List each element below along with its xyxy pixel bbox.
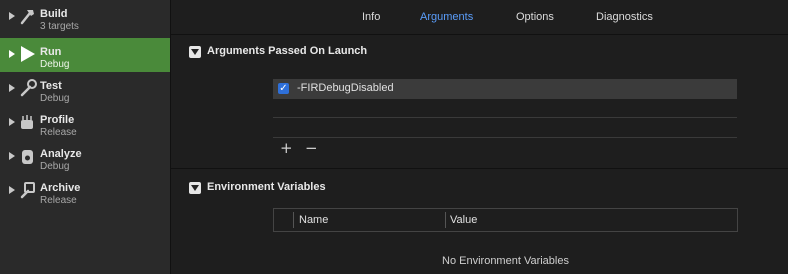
scheme-title: Profile xyxy=(40,114,75,126)
section-title: Environment Variables xyxy=(207,181,326,193)
disclosure-triangle-icon[interactable] xyxy=(9,84,15,92)
hammer-icon xyxy=(20,10,34,25)
scheme-item-analyze[interactable]: Analyze Debug xyxy=(0,140,170,174)
analyze-icon xyxy=(22,150,33,164)
scheme-subtitle: Debug xyxy=(40,161,70,172)
disclosure-triangle-icon[interactable] xyxy=(9,118,15,126)
disclosure-triangle-icon[interactable] xyxy=(9,152,15,160)
gauge-icon xyxy=(21,115,33,129)
scheme-item-build[interactable]: Build 3 targets xyxy=(0,0,170,34)
scheme-title: Run xyxy=(40,46,62,58)
scheme-subtitle: 3 targets xyxy=(40,21,79,32)
tab-bar: Info Arguments Options Diagnostics xyxy=(171,0,788,35)
scheme-subtitle: Debug xyxy=(40,59,70,70)
tab-arguments[interactable]: Arguments xyxy=(420,11,473,23)
section-divider xyxy=(171,168,788,169)
list-divider xyxy=(273,137,737,138)
argument-checkbox[interactable]: ✓ xyxy=(278,83,289,94)
archive-icon xyxy=(20,182,35,199)
wrench-icon xyxy=(20,79,37,97)
column-header-name[interactable]: Name xyxy=(299,214,328,226)
column-separator xyxy=(293,212,294,228)
disclosure-triangle-icon[interactable] xyxy=(9,50,15,58)
remove-argument-button[interactable]: − xyxy=(305,141,318,156)
argument-text[interactable]: -FIRDebugDisabled xyxy=(297,82,394,94)
list-divider xyxy=(273,117,737,118)
disclosure-triangle-icon[interactable] xyxy=(9,186,15,194)
environment-table-header: Name Value xyxy=(273,208,738,232)
scheme-title: Test xyxy=(40,80,62,92)
scheme-subtitle: Release xyxy=(40,195,77,206)
scheme-title: Archive xyxy=(40,182,81,194)
disclosure-triangle-icon[interactable] xyxy=(189,182,201,194)
section-title: Arguments Passed On Launch xyxy=(207,45,368,57)
scheme-title: Analyze xyxy=(40,148,82,160)
scheme-title: Build xyxy=(40,8,68,20)
scheme-item-run[interactable]: Run Debug xyxy=(0,38,170,72)
scheme-sidebar: Build 3 targets Run Debug Test Debug Pro… xyxy=(0,0,171,274)
tab-options[interactable]: Options xyxy=(516,11,554,23)
tab-info[interactable]: Info xyxy=(362,11,380,23)
disclosure-triangle-icon[interactable] xyxy=(189,46,201,58)
scheme-item-archive[interactable]: Archive Release xyxy=(0,174,170,208)
column-separator xyxy=(445,212,446,228)
column-header-value[interactable]: Value xyxy=(450,214,477,226)
play-icon xyxy=(21,46,35,62)
tab-diagnostics[interactable]: Diagnostics xyxy=(596,11,653,23)
scheme-item-test[interactable]: Test Debug xyxy=(0,72,170,106)
empty-state-text: No Environment Variables xyxy=(442,255,569,267)
scheme-subtitle: Release xyxy=(40,127,77,138)
disclosure-triangle-icon[interactable] xyxy=(9,12,15,20)
add-argument-button[interactable]: + xyxy=(280,141,293,156)
scheme-subtitle: Debug xyxy=(40,93,70,104)
argument-row[interactable]: ✓ -FIRDebugDisabled xyxy=(273,79,737,99)
scheme-item-profile[interactable]: Profile Release xyxy=(0,106,170,140)
